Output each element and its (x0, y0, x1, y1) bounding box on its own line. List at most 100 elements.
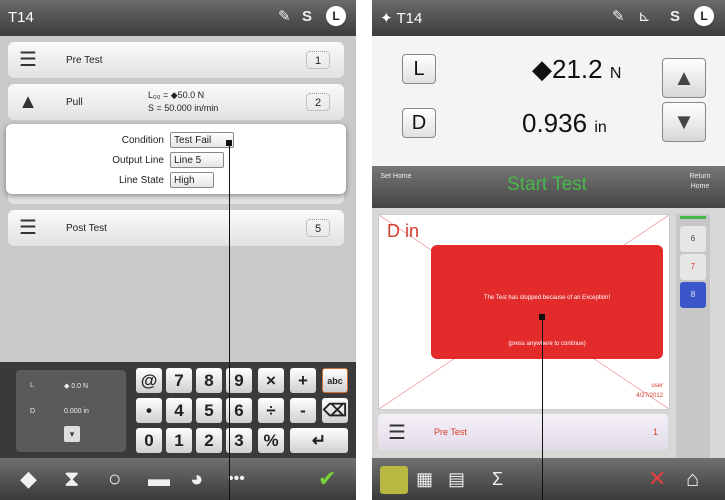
circle-icon[interactable]: ○ (108, 467, 121, 491)
line-state-select[interactable]: High (170, 172, 214, 188)
sequence-row-pull[interactable]: ▲ Pull L₀₀ = ◆50.0 N S = 50.000 in/min 2 (8, 84, 344, 120)
key-divide[interactable]: ÷ (258, 398, 284, 423)
left-screen: T14 ✎ S L ☰ Pre Test 1 ▲ Pull L₀₀ = ◆50.… (0, 0, 356, 500)
graph-date: 4/27/2012 (636, 393, 663, 399)
key-percent[interactable]: % (258, 428, 284, 453)
posttest-icon: ☰ (19, 217, 37, 239)
test-graph[interactable]: D in The Test has stopped because of an … (378, 214, 670, 410)
readout-d-label: D (30, 408, 36, 415)
hourglass-icon[interactable]: ⧗ (64, 467, 79, 491)
side-tab-6[interactable]: 6 (680, 226, 706, 252)
window-title: T14 (8, 9, 34, 26)
load-button[interactable]: L (402, 54, 436, 84)
grid-icon[interactable]: ▦ (416, 467, 433, 491)
side-tab-8[interactable]: 8 (680, 282, 706, 308)
return-home-button[interactable]: Return Home (684, 172, 716, 192)
error-hint: (press anywhere to continue) (508, 341, 586, 347)
enter-icon[interactable]: ↵ (290, 428, 348, 453)
more-icon[interactable]: ••• (228, 467, 245, 491)
key-plus[interactable]: + (290, 368, 316, 393)
s-meter-icon[interactable]: S (670, 8, 680, 26)
start-test-button[interactable]: Start Test (452, 174, 642, 196)
load-value: ◆21.2 (532, 54, 603, 84)
load-unit: N (609, 65, 622, 82)
readout-d-value: 0.000 in (64, 408, 89, 415)
live-readout: L ◆21.2 N D 0.936 in ▲ ▼ (372, 36, 725, 166)
window-title-text: T14 (396, 10, 423, 27)
load-readout: ◆21.2 N (532, 54, 621, 85)
home-icon[interactable]: ⌂ (686, 467, 699, 491)
key-1[interactable]: 1 (166, 428, 192, 453)
condition-popup: Condition Test Fail Output Line Line 5 L… (6, 124, 346, 194)
bar-icon[interactable]: ▬ (148, 467, 170, 491)
readout-l-value: ◆ 0.0 N (64, 383, 89, 390)
row-number[interactable]: 5 (306, 219, 330, 237)
key-dot[interactable]: • (136, 398, 162, 423)
row-number[interactable]: 2 (306, 93, 330, 111)
check-icon[interactable]: ✔ (318, 467, 336, 491)
keypad-readout: L ◆ 0.0 N D 0.000 in ▾ (16, 370, 126, 452)
pretest-icon: ☰ (388, 422, 406, 444)
bottom-toolbar: ◆ ⧗ ○ ▬ ◕ ••• ✔ (0, 458, 356, 500)
key-2[interactable]: 2 (196, 428, 222, 453)
key-0[interactable]: 0 (136, 428, 162, 453)
title-bar: T14 ✎ S L (0, 0, 356, 36)
right-screen: ✦ T14 ✎ ⊾ S L L ◆21.2 N D 0.936 in ▲ ▼ S… (372, 0, 725, 500)
tare-icon[interactable]: ▾ (64, 426, 80, 442)
graph-user: user (651, 383, 663, 389)
start-bar: Set Home Start Test Return Home (372, 166, 725, 208)
target-icon[interactable]: ◕ (190, 467, 203, 491)
key-multiply[interactable]: × (258, 368, 284, 393)
graph-icon[interactable]: ⊾ (638, 8, 651, 26)
jog-up-button[interactable]: ▲ (662, 58, 706, 98)
row-number: 1 (652, 427, 658, 437)
sigma-icon[interactable]: Σ (492, 467, 503, 491)
key-minus[interactable]: - (290, 398, 316, 423)
side-tabs: 6 7 8 (676, 214, 710, 458)
pull-arrow-icon: ▲ (18, 91, 38, 113)
cancel-icon[interactable]: ✕ (648, 467, 666, 491)
key-abc[interactable]: abc (322, 368, 348, 393)
disp-value: 0.936 (522, 108, 588, 138)
key-7[interactable]: 7 (166, 368, 192, 393)
bottom-toolbar: ▦ ▤ Σ ✕ ⌂ (372, 458, 725, 500)
pull-detail-speed: S = 50.000 in/min (148, 103, 219, 113)
output-line-label: Output Line (112, 155, 164, 166)
key-8[interactable]: 8 (196, 368, 222, 393)
graph-axis-label: D in (387, 221, 420, 241)
table-icon[interactable]: ▤ (448, 467, 465, 491)
pen-icon[interactable]: ✎ (612, 8, 625, 26)
output-line-select[interactable]: Line 5 (170, 152, 224, 168)
callout-line (542, 317, 543, 500)
condition-select[interactable]: Test Fail (170, 132, 234, 148)
pen-icon[interactable]: ✎ (278, 8, 291, 26)
disp-readout: 0.936 in (522, 108, 607, 139)
error-message: The Test has stopped because of an Excep… (483, 295, 611, 301)
sequence-row-pretest[interactable]: ☰ Pre Test 1 (378, 414, 668, 450)
active-indicator (680, 216, 706, 219)
row-label: Post Test (66, 223, 107, 234)
jog-down-button[interactable]: ▼ (662, 102, 706, 142)
row-label: Pull (66, 97, 83, 108)
pull-detail-load: L₀₀ = ◆50.0 N (148, 90, 205, 100)
line-state-label: Line State (118, 175, 164, 186)
key-at[interactable]: @ (136, 368, 162, 393)
backspace-icon[interactable]: ⌫ (322, 398, 348, 423)
sequence-row-posttest[interactable]: ☰ Post Test 5 (8, 210, 344, 246)
set-home-button[interactable]: Set Home (380, 172, 412, 182)
l-badge-icon[interactable]: L (694, 6, 714, 26)
error-dialog[interactable]: The Test has stopped because of an Excep… (431, 245, 663, 359)
l-badge-icon[interactable]: L (326, 6, 346, 26)
window-title: ✦ T14 (380, 10, 423, 27)
callout-line (229, 143, 230, 500)
disp-button[interactable]: D (402, 108, 436, 138)
readout-l-label: L (30, 382, 34, 389)
row-number[interactable]: 1 (306, 51, 330, 69)
key-4[interactable]: 4 (166, 398, 192, 423)
key-5[interactable]: 5 (196, 398, 222, 423)
side-tab-7[interactable]: 7 (680, 254, 706, 280)
s-meter-icon[interactable]: S (302, 8, 312, 26)
sequence-row-pretest[interactable]: ☰ Pre Test 1 (8, 42, 344, 78)
live-icon[interactable] (380, 466, 408, 494)
pull-icon[interactable]: ◆ (20, 467, 37, 491)
